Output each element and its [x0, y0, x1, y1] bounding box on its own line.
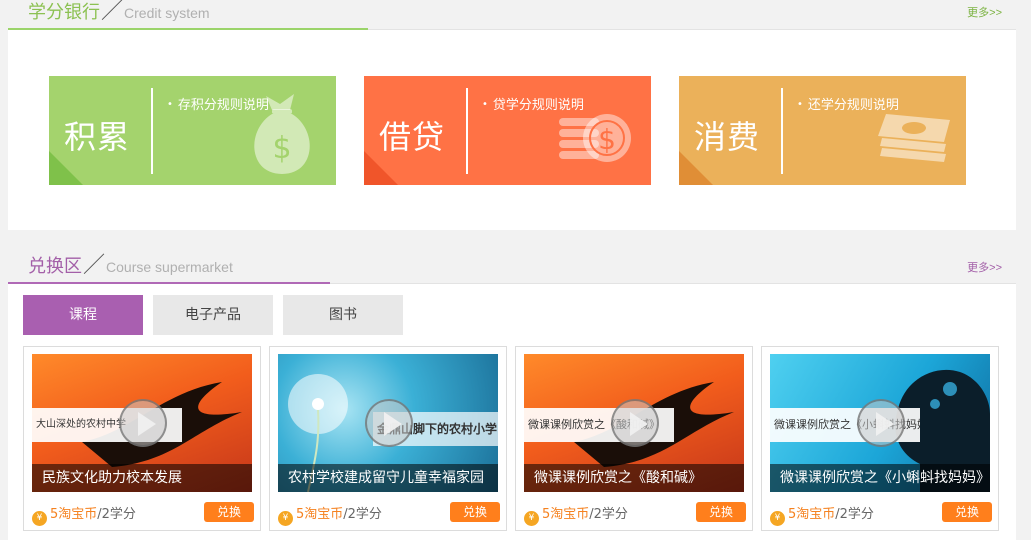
- tab-electronics[interactable]: 电子产品: [153, 295, 273, 335]
- section-title-cn: 学分银行: [28, 2, 100, 23]
- title-separator: ／: [101, 0, 124, 24]
- header-accent-line: [8, 282, 330, 284]
- product-card[interactable]: 微课课例欣赏之《酸和碱》 微课课例欣赏之《酸和碱》 ¥5淘宝币/2学分 兑换: [515, 346, 753, 531]
- product-footer: ¥5淘宝币/2学分 兑换: [770, 502, 992, 526]
- product-credit: /2学分: [343, 507, 382, 522]
- product-footer: ¥5淘宝币/2学分 兑换: [524, 502, 746, 526]
- card-divider: [466, 88, 468, 174]
- section-title: 兑换区／Course supermarket: [28, 254, 233, 279]
- exchange-header: 兑换区／Course supermarket 更多>>: [8, 246, 1016, 284]
- coin-stack-icon: $: [559, 114, 631, 162]
- play-icon[interactable]: [365, 399, 413, 447]
- tab-books[interactable]: 图书: [283, 295, 403, 335]
- more-link[interactable]: 更多>>: [967, 259, 1002, 275]
- card-label: 消费: [694, 118, 761, 156]
- section-title: 学分银行／Credit system: [28, 0, 210, 25]
- coin-icon: ¥: [524, 511, 539, 526]
- product-thumbnail[interactable]: 微课课例欣赏之《小蝌蚪找妈妈》 微课课例欣赏之《小蝌蚪找妈妈》: [770, 354, 990, 492]
- coin-icon: ¥: [770, 511, 785, 526]
- product-credit: /2学分: [97, 507, 136, 522]
- card-label: 积累: [64, 118, 131, 156]
- accumulate-card[interactable]: 积累 存积分规则说明 $: [49, 76, 336, 185]
- more-link[interactable]: 更多>>: [967, 4, 1002, 20]
- exchange-button[interactable]: 兑换: [450, 502, 500, 522]
- product-credit: /2学分: [835, 507, 874, 522]
- product-footer: ¥5淘宝币/2学分 兑换: [278, 502, 500, 526]
- product-thumbnail[interactable]: 大山深处的农村中学 民族文化助力校本发展: [32, 354, 252, 492]
- product-card[interactable]: 大山深处的农村中学 民族文化助力校本发展 ¥5淘宝币/2学分 兑换: [23, 346, 261, 531]
- svg-text:$: $: [598, 123, 616, 156]
- product-price: 5淘宝币: [542, 507, 590, 522]
- product-credit: /2学分: [589, 507, 628, 522]
- consume-card[interactable]: 消费 还学分规则说明: [679, 76, 966, 185]
- product-thumbnail[interactable]: 金鼎山脚下的农村小学 农村学校建成留守儿童幸福家园: [278, 354, 498, 492]
- product-price: 5淘宝币: [50, 507, 98, 522]
- product-footer: ¥5淘宝币/2学分 兑换: [32, 502, 254, 526]
- credit-system-header: 学分银行／Credit system 更多>>: [8, 0, 1016, 30]
- play-icon[interactable]: [857, 399, 905, 447]
- card-divider: [151, 88, 153, 174]
- product-title: 微课课例欣赏之《酸和碱》: [524, 464, 744, 492]
- title-separator: ／: [83, 253, 106, 278]
- credit-system-section: 学分银行／Credit system 更多>> 积累 存积分规则说明 $ 借贷 …: [8, 0, 1016, 230]
- money-bag-icon: $: [254, 94, 310, 174]
- coin-icon: ¥: [32, 511, 47, 526]
- exchange-section: 兑换区／Course supermarket 更多>> 课程 电子产品 图书 大…: [8, 246, 1016, 540]
- product-thumbnail[interactable]: 微课课例欣赏之《酸和碱》 微课课例欣赏之《酸和碱》: [524, 354, 744, 492]
- product-title: 微课课例欣赏之《小蝌蚪找妈妈》: [770, 464, 990, 492]
- cash-stack-icon: [878, 114, 950, 162]
- play-icon[interactable]: [119, 399, 167, 447]
- product-card[interactable]: 金鼎山脚下的农村小学 农村学校建成留守儿童幸福家园 ¥5淘宝币/2学分 兑换: [269, 346, 507, 531]
- borrow-card[interactable]: 借贷 贷学分规则说明 $: [364, 76, 651, 185]
- product-card[interactable]: 微课课例欣赏之《小蝌蚪找妈妈》 微课课例欣赏之《小蝌蚪找妈妈》 ¥5淘宝币/2学…: [761, 346, 999, 531]
- product-price: 5淘宝币: [788, 507, 836, 522]
- svg-text:$: $: [272, 131, 291, 166]
- exchange-button[interactable]: 兑换: [204, 502, 254, 522]
- tab-courses[interactable]: 课程: [23, 295, 143, 335]
- product-price: 5淘宝币: [296, 507, 344, 522]
- exchange-button[interactable]: 兑换: [942, 502, 992, 522]
- section-title-en: Course supermarket: [106, 259, 233, 275]
- section-title-cn: 兑换区: [28, 256, 82, 277]
- card-divider: [781, 88, 783, 174]
- product-title: 农村学校建成留守儿童幸福家园: [278, 464, 498, 492]
- exchange-button[interactable]: 兑换: [696, 502, 746, 522]
- coin-icon: ¥: [278, 511, 293, 526]
- header-accent-line: [8, 28, 368, 30]
- product-title: 民族文化助力校本发展: [32, 464, 252, 492]
- section-title-en: Credit system: [124, 5, 210, 21]
- play-icon[interactable]: [611, 399, 659, 447]
- card-label: 借贷: [379, 118, 446, 156]
